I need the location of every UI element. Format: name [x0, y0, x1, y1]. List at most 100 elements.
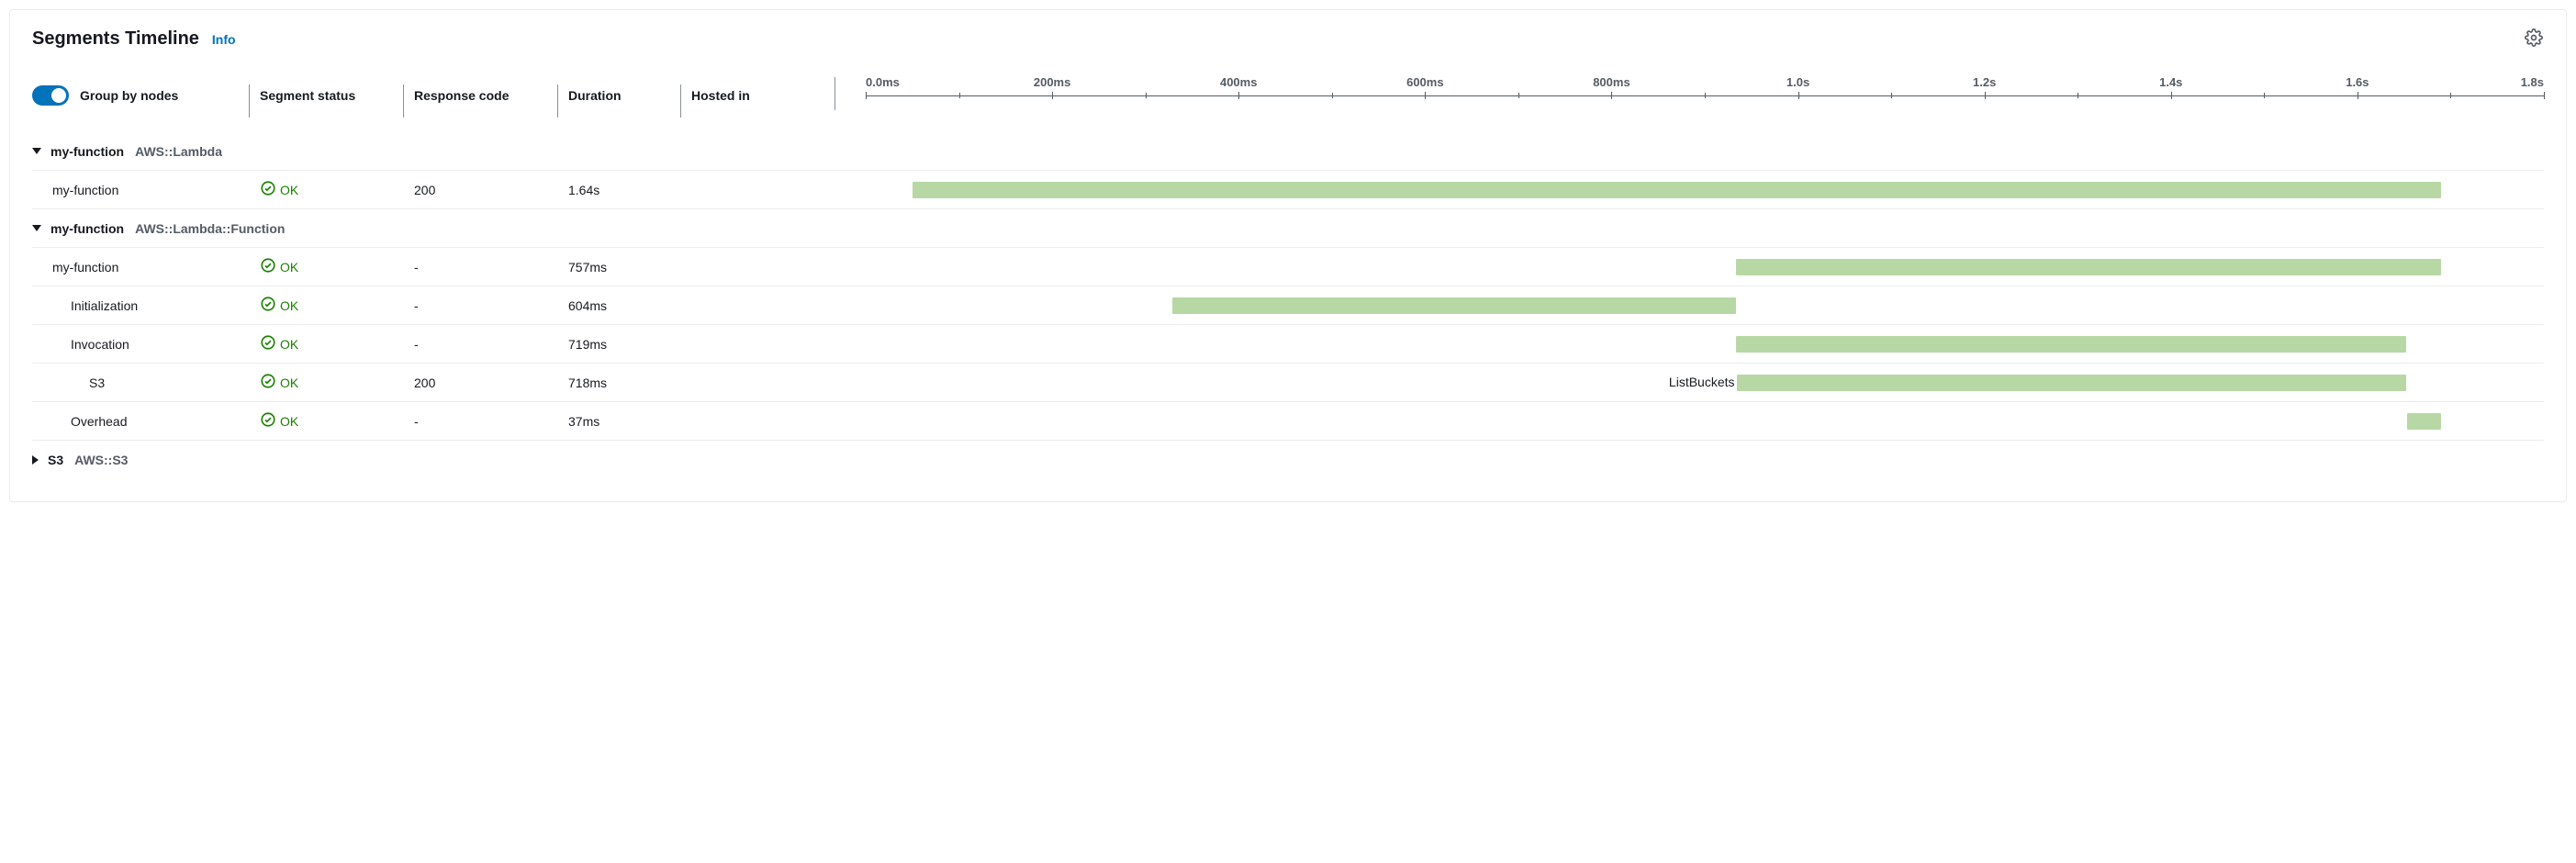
segment-bar-cell: [846, 335, 2544, 353]
group-name: S3: [48, 453, 63, 467]
segment-row[interactable]: my-functionOK-757ms: [32, 248, 2544, 286]
ruler-minor-tick: [1518, 93, 1519, 98]
segment-name-cell: S3: [32, 375, 260, 390]
group-type: AWS::Lambda::Function: [135, 221, 285, 236]
segment-name-cell: Overhead: [32, 414, 260, 429]
column-header-duration: Duration: [568, 88, 691, 103]
ruler-tick-label: 1.8s: [2521, 75, 2544, 89]
segment-code-cell: 200: [414, 183, 568, 197]
segment-row[interactable]: OverheadOK-37ms: [32, 402, 2544, 441]
status-text: OK: [280, 375, 298, 390]
ruler-minor-tick: [1705, 93, 1706, 98]
settings-button[interactable]: [2524, 29, 2544, 50]
check-circle-icon: [260, 296, 276, 315]
timeline-bar: [1736, 336, 2406, 353]
ruler-tick: [1052, 92, 1053, 99]
column-header-hosted: Hosted in: [691, 88, 846, 103]
group-header[interactable]: S3 AWS::S3: [32, 441, 2544, 479]
status-ok: OK: [260, 334, 298, 353]
ruler-tick-label: 600ms: [1406, 75, 1443, 89]
segment-status-cell: OK: [260, 180, 414, 199]
chevron-right-icon[interactable]: [32, 455, 39, 465]
status-text: OK: [280, 298, 298, 313]
panel-title-wrap: Segments Timeline Info: [32, 28, 236, 50]
chevron-down-icon[interactable]: [32, 225, 41, 231]
segment-code-cell: 200: [414, 375, 568, 390]
timeline-bar: [2407, 413, 2442, 430]
column-header-status: Segment status: [260, 88, 414, 103]
ruler-tick: [1798, 92, 1799, 99]
status-text: OK: [280, 260, 298, 275]
segment-code-cell: -: [414, 337, 568, 352]
segment-code-cell: -: [414, 260, 568, 275]
timeline-ruler: 0.0ms200ms400ms600ms800ms1.0s1.2s1.4s1.6…: [866, 81, 2544, 110]
segment-code-cell: -: [414, 298, 568, 313]
segment-bar-cell: [846, 412, 2544, 431]
timeline-bar: [913, 182, 2442, 198]
ruler-tick-label: 800ms: [1593, 75, 1630, 89]
ruler-tick-label: 1.6s: [2346, 75, 2369, 89]
ruler-minor-tick: [959, 93, 960, 98]
status-text: OK: [280, 414, 298, 429]
ruler-minor-tick: [1891, 93, 1892, 98]
info-link[interactable]: Info: [212, 32, 236, 47]
segment-name: Overhead: [52, 414, 127, 429]
segment-status-cell: OK: [260, 296, 414, 315]
segment-name-cell: Initialization: [32, 298, 260, 313]
group-header[interactable]: my-functionAWS::Lambda: [32, 132, 2544, 171]
timeline-bar: [1737, 375, 2406, 391]
segment-status-cell: OK: [260, 334, 414, 353]
chevron-down-icon[interactable]: [32, 148, 41, 154]
segment-name: my-function: [52, 183, 118, 197]
status-ok: OK: [260, 373, 298, 392]
ruler-tick-label: 1.0s: [1786, 75, 1809, 89]
segment-name-cell: Invocation: [32, 337, 260, 352]
segment-bar-cell: [846, 297, 2544, 315]
timeline-bar: [1736, 259, 2442, 275]
panel-title: Segments Timeline: [32, 28, 199, 50]
group-by-toggle[interactable]: [32, 85, 69, 106]
segment-row[interactable]: S3 OK 200718ms ListBuckets: [32, 364, 2544, 402]
segment-duration-cell: 718ms: [568, 375, 691, 390]
segment-row[interactable]: my-functionOK2001.64s: [32, 171, 2544, 209]
check-circle-icon: [260, 257, 276, 276]
group-by-label: Group by nodes: [80, 88, 178, 103]
ruler-tick: [1238, 92, 1239, 99]
ruler-tick-label: 1.4s: [2159, 75, 2182, 89]
segment-name-cell: my-function: [32, 260, 260, 275]
segment-name-cell: my-function: [32, 183, 260, 197]
segment-name: Initialization: [52, 298, 138, 313]
ruler-minor-tick: [2450, 93, 2451, 98]
group-type: AWS::Lambda: [135, 144, 222, 159]
bar-area: [866, 297, 2544, 315]
segment-row[interactable]: InvocationOK -719ms: [32, 325, 2544, 364]
status-ok: OK: [260, 411, 298, 431]
ruler-tick-label: 1.2s: [1973, 75, 1996, 89]
group-type: AWS::S3: [74, 453, 128, 467]
check-circle-icon: [260, 180, 276, 199]
check-circle-icon: [260, 334, 276, 353]
group-header[interactable]: my-functionAWS::Lambda::Function: [32, 209, 2544, 248]
segment-duration-cell: 37ms: [568, 414, 691, 429]
columns-header-row: Group by nodes Segment status Response c…: [32, 75, 2544, 116]
segment-row[interactable]: Initialization OK -604ms: [32, 286, 2544, 325]
segment-duration-cell: 604ms: [568, 298, 691, 313]
ruler-minor-tick: [2264, 93, 2265, 98]
check-circle-icon: [260, 411, 276, 431]
ruler-minor-tick: [1146, 93, 1147, 98]
segment-bar-cell: [846, 181, 2544, 199]
segment-duration-cell: 719ms: [568, 337, 691, 352]
gear-icon: [2525, 28, 2543, 50]
group-by-control: Group by nodes: [32, 85, 260, 106]
segment-bar-cell: [846, 258, 2544, 276]
ruler-tick-label: 200ms: [1034, 75, 1070, 89]
segment-bar-cell: ListBuckets: [846, 374, 2544, 392]
bar-label: ListBuckets: [1669, 374, 1737, 390]
timeline-ruler-area: 0.0ms200ms400ms600ms800ms1.0s1.2s1.4s1.6…: [846, 81, 2544, 110]
segment-name: S3: [52, 375, 105, 390]
segment-status-cell: OK: [260, 373, 414, 392]
bar-area: ListBuckets: [866, 374, 2544, 392]
segments-timeline-panel: Segments Timeline Info Group by nodes Se…: [9, 9, 2567, 502]
status-ok: OK: [260, 180, 298, 199]
status-ok: OK: [260, 257, 298, 276]
